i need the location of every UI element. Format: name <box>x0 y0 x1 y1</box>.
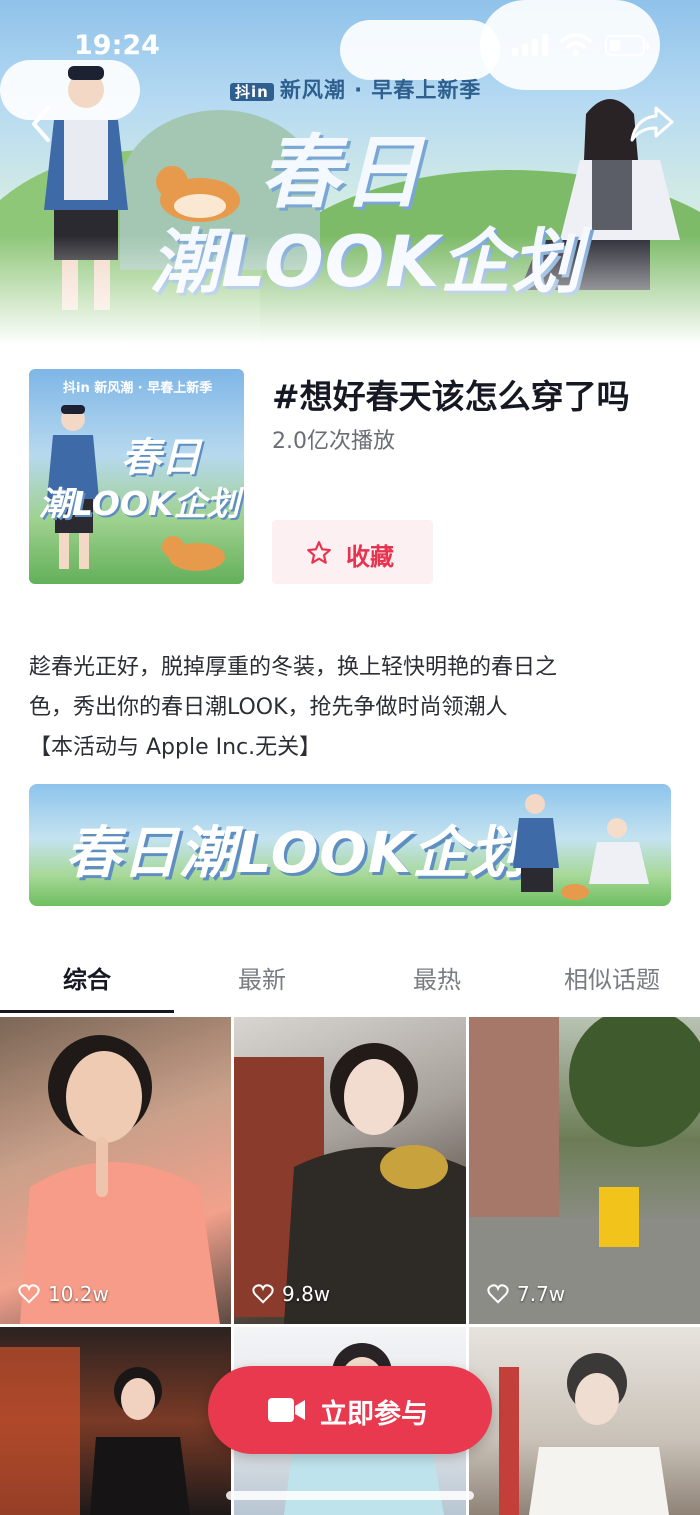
wifi-icon <box>560 33 592 56</box>
status-bar: 19:24 <box>0 0 700 90</box>
description-line: 趁春光正好，脱掉厚重的冬装，换上轻快明艳的春日之 <box>29 655 558 680</box>
video-thumbnail <box>469 1017 700 1324</box>
video-thumbnail <box>234 1043 466 1324</box>
banner-figures <box>513 794 649 900</box>
battery-icon <box>605 35 649 56</box>
video-thumbnail <box>0 1347 190 1515</box>
campaign-banner[interactable]: 春日潮LOOK企划 <box>29 784 671 906</box>
tab-similar-topics[interactable]: 相似话题 <box>524 960 700 995</box>
tab-comprehensive[interactable]: 综合 <box>0 960 174 995</box>
active-tab-indicator <box>0 1010 174 1013</box>
heart-icon <box>252 1284 274 1304</box>
heart-icon <box>18 1284 40 1304</box>
heart-icon <box>487 1284 509 1304</box>
participate-button[interactable]: 立即参与 <box>208 1366 492 1454</box>
video-camera-icon <box>268 1398 305 1422</box>
topic-title: #想好春天该怎么穿了吗 <box>272 377 630 416</box>
hero-fade <box>0 235 700 345</box>
cover-brand: 抖in 新风潮 · 早春上新季 <box>63 381 213 396</box>
video-thumbnail <box>499 1353 669 1515</box>
video-card[interactable]: 7.7w <box>469 1017 700 1324</box>
topic-cover-image: 抖in 新风潮 · 早春上新季 春日 潮LOOK企划 <box>29 369 244 584</box>
like-count: 9.8w <box>252 1282 330 1306</box>
video-card[interactable]: 9.8w <box>234 1017 466 1324</box>
cover-title-line1: 春日 <box>121 435 201 481</box>
like-count: 10.2w <box>18 1282 109 1306</box>
signal-icon <box>512 34 548 56</box>
banner-title: 春日潮LOOK企划 <box>65 821 527 886</box>
share-icon[interactable] <box>630 104 674 144</box>
back-icon[interactable] <box>24 104 60 144</box>
favorite-button[interactable]: 收藏 <box>272 520 433 584</box>
like-count: 7.7w <box>487 1282 565 1306</box>
content-tabs: 综合 最新 最热 相似话题 <box>0 946 700 1014</box>
like-count-value: 7.7w <box>517 1282 566 1306</box>
cover-dog-figure <box>162 536 225 571</box>
tab-hottest[interactable]: 最热 <box>350 960 524 995</box>
home-indicator[interactable] <box>226 1491 474 1500</box>
participate-label: 立即参与 <box>320 1399 428 1430</box>
status-time: 19:24 <box>74 30 160 61</box>
video-card[interactable] <box>469 1327 700 1515</box>
description-disclaimer: 【本活动与 Apple Inc.无关】 <box>29 735 322 760</box>
star-icon <box>307 541 331 564</box>
video-card[interactable] <box>0 1327 231 1515</box>
favorite-label: 收藏 <box>346 543 394 571</box>
cover-title-line2: 潮LOOK企划 <box>39 484 240 523</box>
play-count: 2.0亿次播放 <box>272 429 395 454</box>
topic-description: 趁春光正好，脱掉厚重的冬装，换上轻快明艳的春日之 色，秀出你的春日潮LOOK，抢… <box>29 648 679 768</box>
video-card[interactable]: 10.2w <box>0 1017 231 1324</box>
like-count-value: 9.8w <box>282 1282 331 1306</box>
like-count-value: 10.2w <box>48 1282 109 1306</box>
video-thumbnail <box>20 1035 220 1324</box>
description-line: 色，秀出你的春日潮LOOK，抢先争做时尚领潮人 <box>29 695 508 720</box>
tab-latest[interactable]: 最新 <box>175 960 349 995</box>
